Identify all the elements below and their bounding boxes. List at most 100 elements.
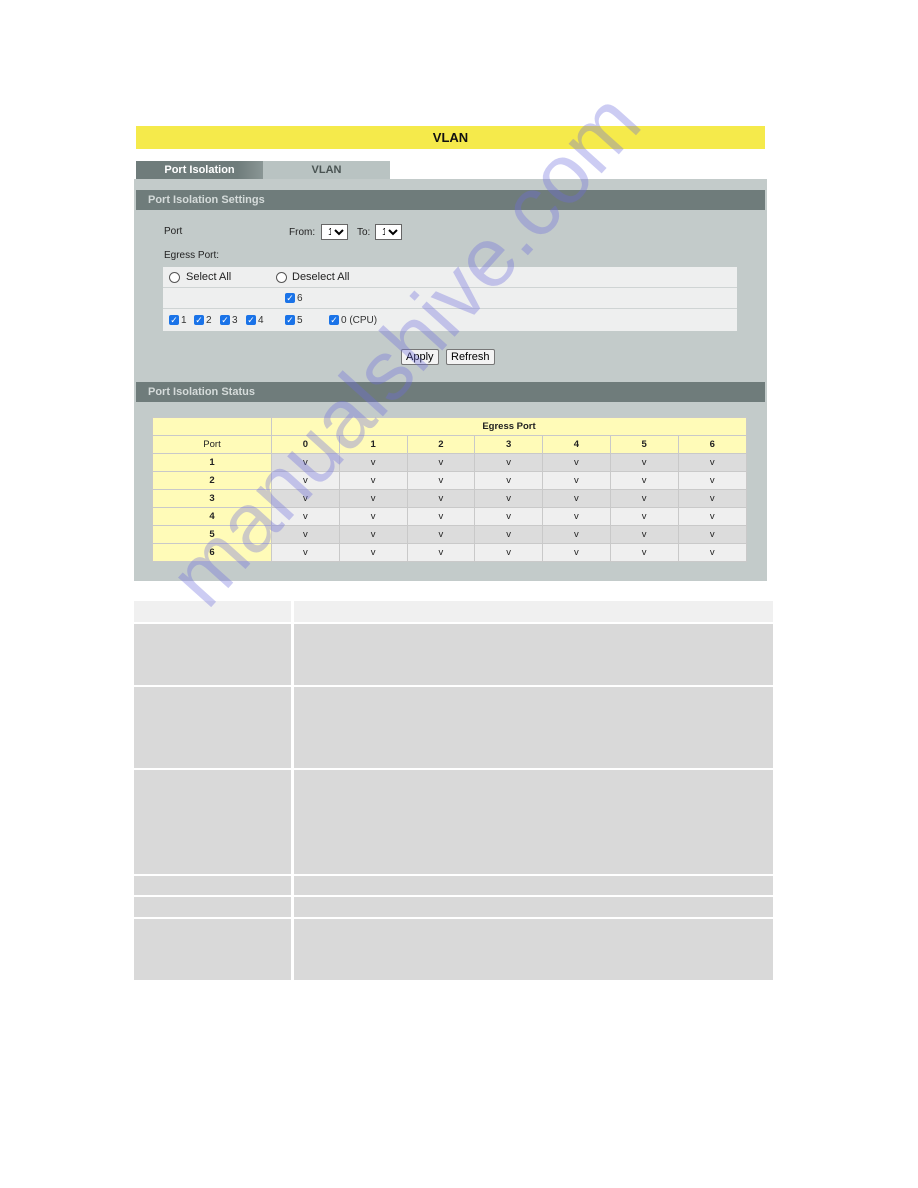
tab-bar: Port Isolation VLAN [136, 161, 390, 179]
description-row [134, 897, 773, 919]
egress-port-3-label: 3 [232, 315, 238, 326]
description-cell [134, 687, 294, 768]
egress-row-upper: ✓ 6 [163, 288, 737, 309]
egress-port-1-checkbox[interactable]: ✓ [169, 315, 179, 325]
status-row-port: 5 [152, 525, 272, 544]
from-port-select[interactable]: 1 [321, 224, 348, 240]
page-title-banner: VLAN [136, 126, 765, 149]
egress-port-5-label: 5 [297, 315, 303, 326]
status-cell: v [609, 543, 679, 562]
status-cell: v [677, 471, 747, 490]
description-cell [134, 876, 294, 895]
column-header: 4 [542, 435, 611, 454]
refresh-button[interactable]: Refresh [446, 349, 495, 365]
column-header: 0 [271, 435, 340, 454]
egress-row-lower: ✓ 1 ✓ 2 ✓ 3 ✓ 4 ✓ 5 ✓ 0 (CPU) [163, 309, 737, 330]
status-cell: v [271, 453, 340, 472]
select-all-label[interactable]: Select All [186, 271, 231, 283]
status-cell: v [474, 471, 543, 490]
status-cell: v [271, 525, 340, 544]
status-cell: v [406, 507, 476, 526]
to-port-select[interactable]: 1 [375, 224, 402, 240]
description-cell [134, 897, 294, 917]
status-cell: v [677, 525, 747, 544]
egress-port-1-label: 1 [181, 315, 187, 326]
tab-vlan[interactable]: VLAN [263, 161, 390, 179]
description-cell [294, 897, 773, 917]
description-table [134, 601, 773, 980]
egress-port-box: Select All Deselect All ✓ 6 ✓ 1 ✓ 2 ✓ 3 … [163, 267, 737, 331]
status-section-header: Port Isolation Status [136, 382, 765, 402]
status-cell: v [474, 543, 543, 562]
status-cell: v [474, 489, 543, 508]
egress-port-4-label: 4 [258, 315, 264, 326]
status-row: 6vvvvvvv [152, 543, 747, 562]
column-header: 1 [338, 435, 408, 454]
description-cell [134, 919, 294, 980]
status-cell: v [474, 507, 543, 526]
status-cell: v [609, 453, 679, 472]
deselect-all-radio[interactable] [276, 272, 287, 283]
status-cell: v [542, 507, 611, 526]
description-row [134, 687, 773, 770]
port-isolation-status-table: Egress Port Port 0 1 2 3 4 5 6 1vvvvvvv2… [152, 417, 747, 562]
description-cell [294, 601, 773, 622]
description-row [134, 919, 773, 980]
status-cell: v [406, 453, 476, 472]
status-cell: v [677, 543, 747, 562]
to-label: To: [357, 227, 371, 238]
status-cell: v [338, 489, 408, 508]
description-header-row [134, 601, 773, 624]
description-row [134, 624, 773, 687]
egress-port-3-checkbox[interactable]: ✓ [220, 315, 230, 325]
status-cell: v [338, 525, 408, 544]
status-row: 1vvvvvvv [152, 453, 747, 472]
description-cell [294, 770, 773, 874]
column-header: 3 [474, 435, 543, 454]
status-cell: v [542, 453, 611, 472]
status-row: 4vvvvvvv [152, 507, 747, 526]
description-cell [294, 919, 773, 980]
egress-port-6-checkbox[interactable]: ✓ [285, 293, 295, 303]
status-cell: v [542, 489, 611, 508]
description-cell [294, 624, 773, 685]
description-cell [294, 876, 773, 895]
status-row-port: 4 [152, 507, 272, 526]
status-cell: v [474, 525, 543, 544]
description-cell [134, 770, 294, 874]
from-label: From: [289, 227, 316, 238]
tab-port-isolation[interactable]: Port Isolation [136, 161, 263, 179]
port-column-header: Port [152, 435, 272, 454]
description-row [134, 876, 773, 897]
description-cell [134, 624, 294, 685]
apply-button[interactable]: Apply [401, 349, 439, 365]
status-cell: v [609, 525, 679, 544]
egress-port-5-checkbox[interactable]: ✓ [285, 315, 295, 325]
egress-port-2-label: 2 [206, 315, 212, 326]
egress-header-row: Egress Port [152, 417, 747, 436]
status-cell: v [542, 471, 611, 490]
status-cell: v [271, 507, 340, 526]
status-cell: v [406, 489, 476, 508]
deselect-all-label[interactable]: Deselect All [292, 271, 349, 283]
corner-cell [152, 417, 272, 436]
status-cell: v [677, 489, 747, 508]
status-cell: v [338, 471, 408, 490]
egress-port-2-checkbox[interactable]: ✓ [194, 315, 204, 325]
egress-port-4-checkbox[interactable]: ✓ [246, 315, 256, 325]
description-cell [134, 601, 294, 622]
status-row-port: 3 [152, 489, 272, 508]
status-cell: v [677, 507, 747, 526]
egress-port-label: Egress Port: [164, 250, 220, 261]
status-row-port: 2 [152, 471, 272, 490]
egress-port-0-cpu-label: 0 (CPU) [341, 315, 378, 326]
status-cell: v [474, 453, 543, 472]
status-cell: v [542, 525, 611, 544]
status-cell: v [609, 471, 679, 490]
egress-port-0-cpu-checkbox[interactable]: ✓ [329, 315, 339, 325]
status-cell: v [271, 471, 340, 490]
status-row-port: 1 [152, 453, 272, 472]
select-all-radio[interactable] [169, 272, 180, 283]
status-row: 2vvvvvvv [152, 471, 747, 490]
description-row [134, 770, 773, 876]
